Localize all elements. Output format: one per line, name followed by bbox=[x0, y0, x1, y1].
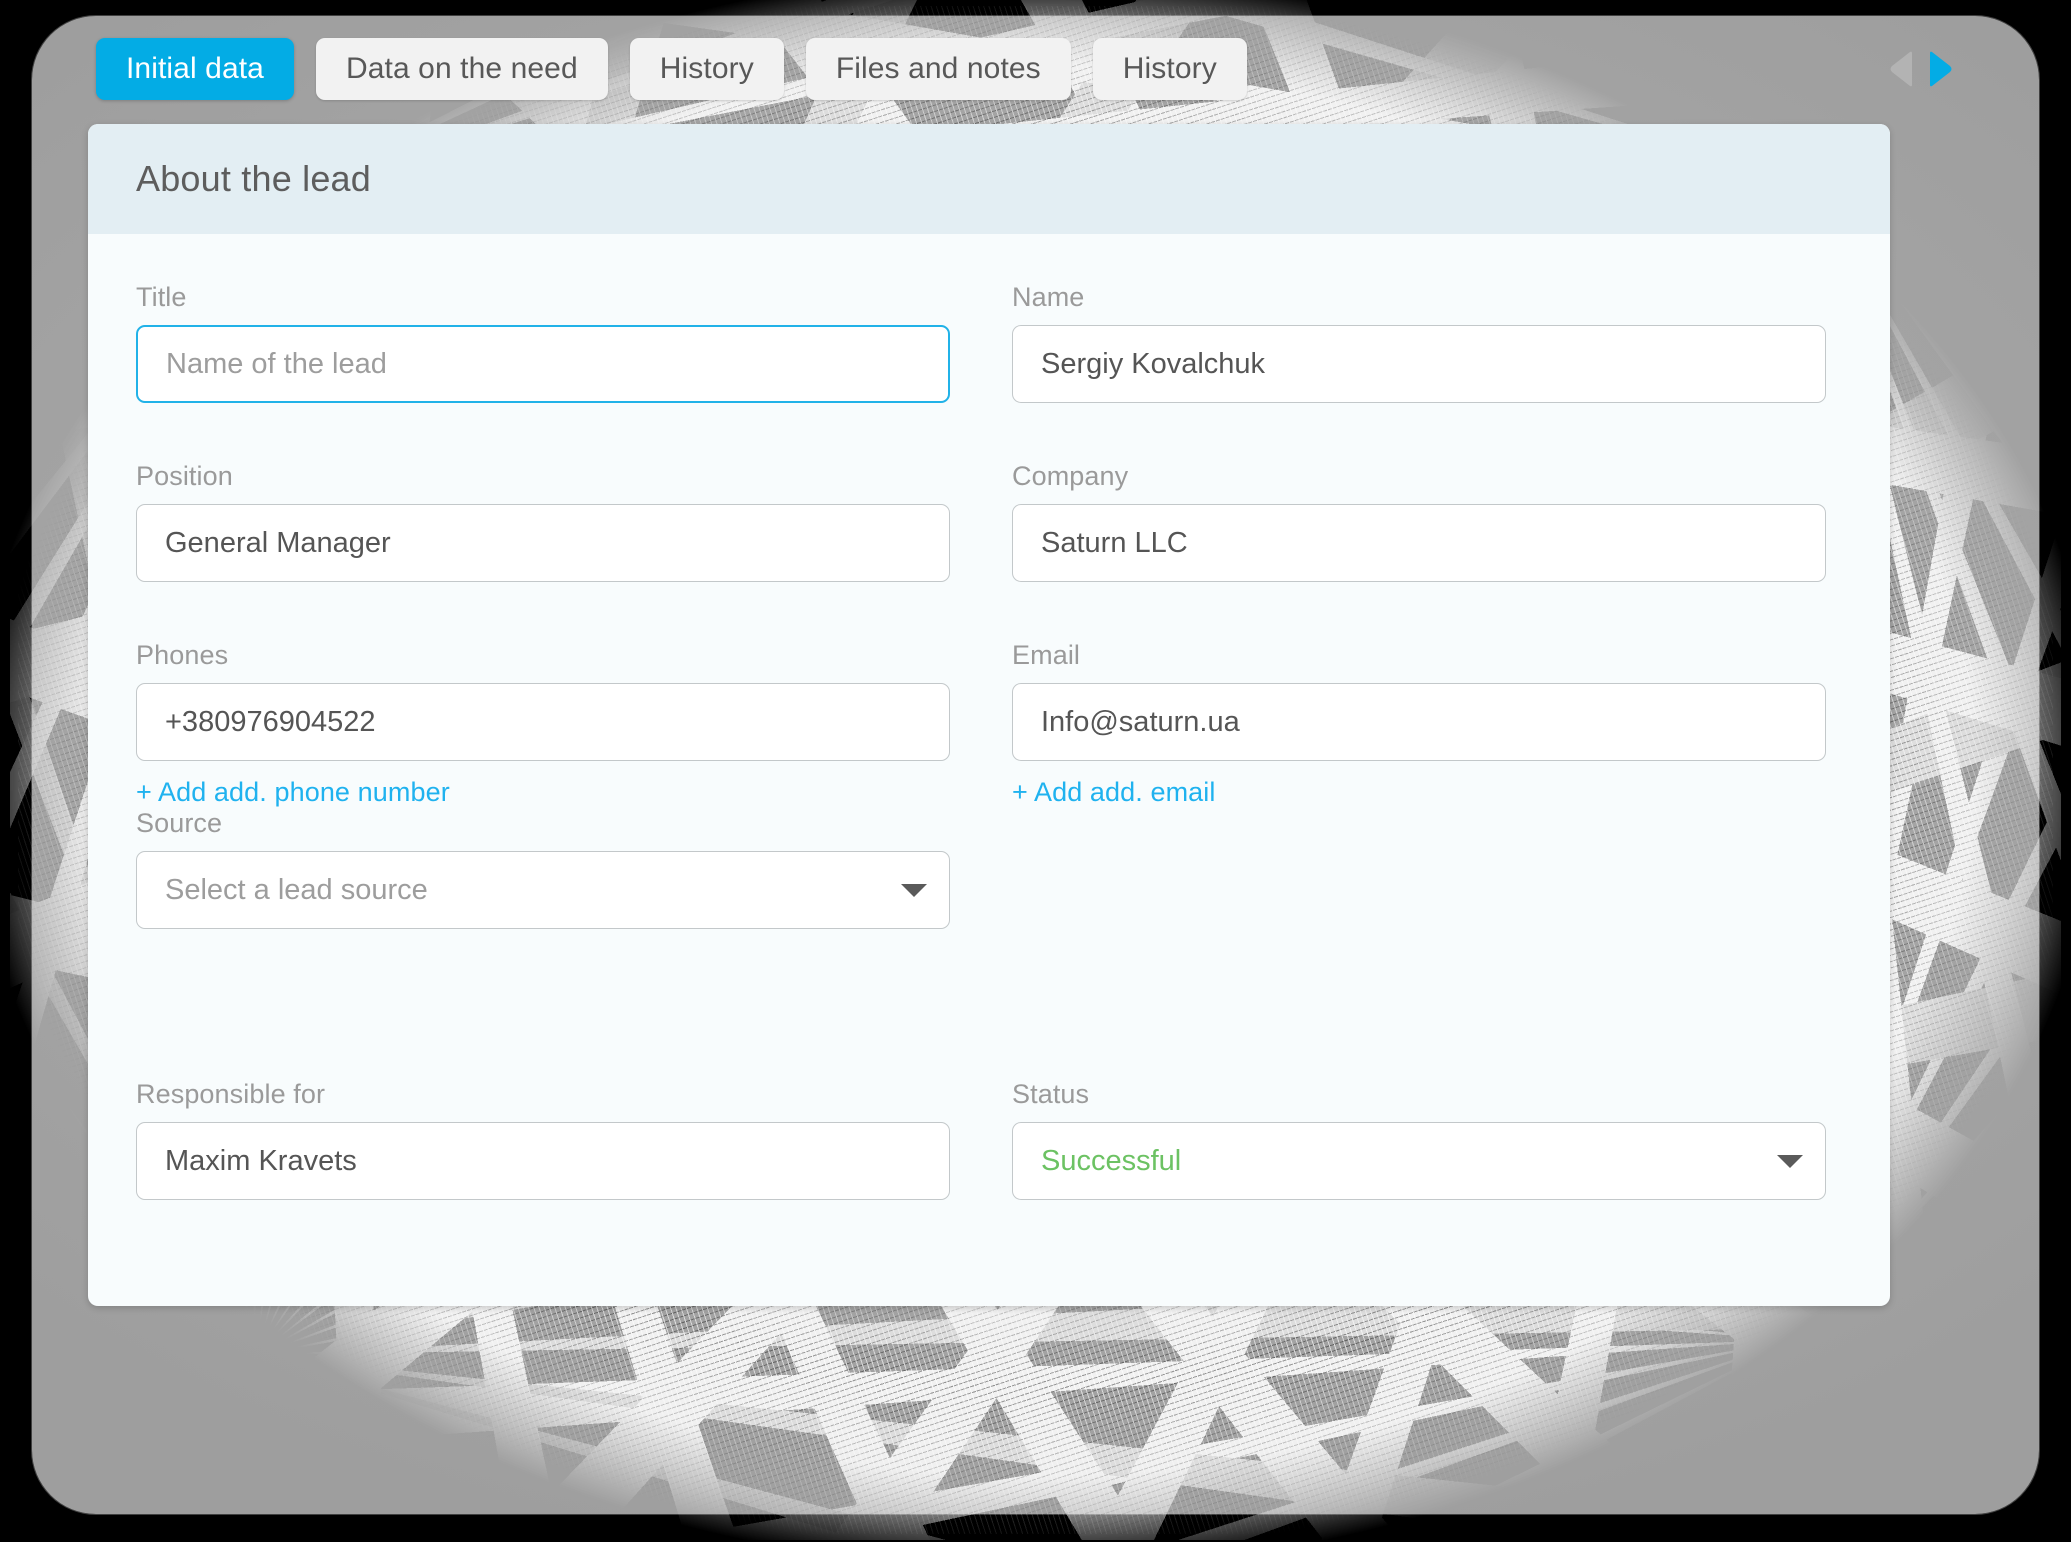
form-row-source: Source Select a lead source bbox=[136, 808, 1842, 929]
source-select[interactable]: Select a lead source bbox=[136, 851, 950, 929]
field-group-name: Name Sergiy Kovalchuk bbox=[1012, 282, 1826, 403]
field-group-status: Status Successful bbox=[1012, 1079, 1826, 1200]
company-input-value: Saturn LLC bbox=[1041, 526, 1188, 559]
name-label: Name bbox=[1012, 282, 1085, 312]
screenshot-root: Initial data Data on the need History Fi… bbox=[0, 0, 2071, 1542]
lead-details-card: About the lead Title Name of the lead Na… bbox=[88, 124, 1890, 1306]
chevron-down-icon bbox=[1777, 1154, 1803, 1168]
add-email-link[interactable]: + Add add. email bbox=[1012, 777, 1216, 808]
tab-label: Initial data bbox=[126, 52, 264, 85]
tab-label: History bbox=[659, 52, 754, 85]
phones-input[interactable]: +380976904522 bbox=[136, 683, 950, 761]
position-label: Position bbox=[136, 461, 233, 491]
field-group-position: Position General Manager bbox=[136, 461, 950, 582]
form-row-responsible-status: Responsible for Maxim Kravets Status Suc… bbox=[136, 1079, 1842, 1200]
triangle-right-icon[interactable] bbox=[1928, 50, 1954, 88]
tab-label: History bbox=[1122, 52, 1217, 85]
position-input-value: General Manager bbox=[165, 526, 391, 559]
responsible-label: Responsible for bbox=[136, 1079, 326, 1109]
chevron-down-icon bbox=[901, 883, 927, 897]
status-select[interactable]: Successful bbox=[1012, 1122, 1826, 1200]
title-input-placeholder: Name of the lead bbox=[166, 347, 387, 380]
field-group-source: Source Select a lead source bbox=[136, 808, 950, 929]
phones-input-value: +380976904522 bbox=[165, 705, 376, 738]
responsible-input-value: Maxim Kravets bbox=[165, 1144, 357, 1177]
email-label: Email bbox=[1012, 640, 1081, 670]
tab-bar: Initial data Data on the need History Fi… bbox=[96, 38, 1956, 100]
source-label: Source bbox=[136, 808, 223, 838]
page-title: About the lead bbox=[136, 158, 371, 199]
email-input-value: Info@saturn.ua bbox=[1041, 705, 1240, 738]
name-input-value: Sergiy Kovalchuk bbox=[1041, 347, 1266, 380]
add-phone-number-link[interactable]: + Add add. phone number bbox=[136, 777, 450, 808]
source-select-placeholder: Select a lead source bbox=[165, 873, 428, 906]
responsible-input[interactable]: Maxim Kravets bbox=[136, 1122, 950, 1200]
field-group-phones: Phones +380976904522 + Add add. phone nu… bbox=[136, 640, 950, 808]
field-group-company: Company Saturn LLC bbox=[1012, 461, 1826, 582]
tab-files-and-notes[interactable]: Files and notes bbox=[805, 38, 1071, 100]
title-label: Title bbox=[136, 282, 187, 312]
company-label: Company bbox=[1012, 461, 1129, 491]
phones-label: Phones bbox=[136, 640, 229, 670]
name-input[interactable]: Sergiy Kovalchuk bbox=[1012, 325, 1826, 403]
tab-scroll-controls bbox=[1888, 50, 1956, 88]
status-badge: Successful bbox=[1041, 1144, 1182, 1177]
form-row-position-company: Position General Manager Company Saturn … bbox=[136, 461, 1842, 582]
form-row-phones-email: Phones +380976904522 + Add add. phone nu… bbox=[136, 640, 1842, 808]
tab-label: Data on the need bbox=[345, 52, 578, 85]
title-input[interactable]: Name of the lead bbox=[136, 325, 950, 403]
field-group-responsible: Responsible for Maxim Kravets bbox=[136, 1079, 950, 1200]
company-input[interactable]: Saturn LLC bbox=[1012, 504, 1826, 582]
status-label: Status bbox=[1012, 1079, 1090, 1109]
tab-history[interactable]: History bbox=[629, 38, 784, 100]
tab-data-on-the-need[interactable]: Data on the need bbox=[315, 38, 608, 100]
triangle-left-icon[interactable] bbox=[1888, 50, 1914, 88]
tab-initial-data[interactable]: Initial data bbox=[96, 38, 294, 100]
form-row-title-name: Title Name of the lead Name Sergiy Koval… bbox=[136, 282, 1842, 403]
position-input[interactable]: General Manager bbox=[136, 504, 950, 582]
tab-history-secondary[interactable]: History bbox=[1092, 38, 1247, 100]
field-group-title: Title Name of the lead bbox=[136, 282, 950, 403]
field-group-email: Email Info@saturn.ua + Add add. email bbox=[1012, 640, 1826, 808]
lead-form: Title Name of the lead Name Sergiy Koval… bbox=[88, 234, 1890, 1200]
card-header: About the lead bbox=[88, 124, 1890, 234]
email-input[interactable]: Info@saturn.ua bbox=[1012, 683, 1826, 761]
tab-label: Files and notes bbox=[835, 52, 1041, 85]
